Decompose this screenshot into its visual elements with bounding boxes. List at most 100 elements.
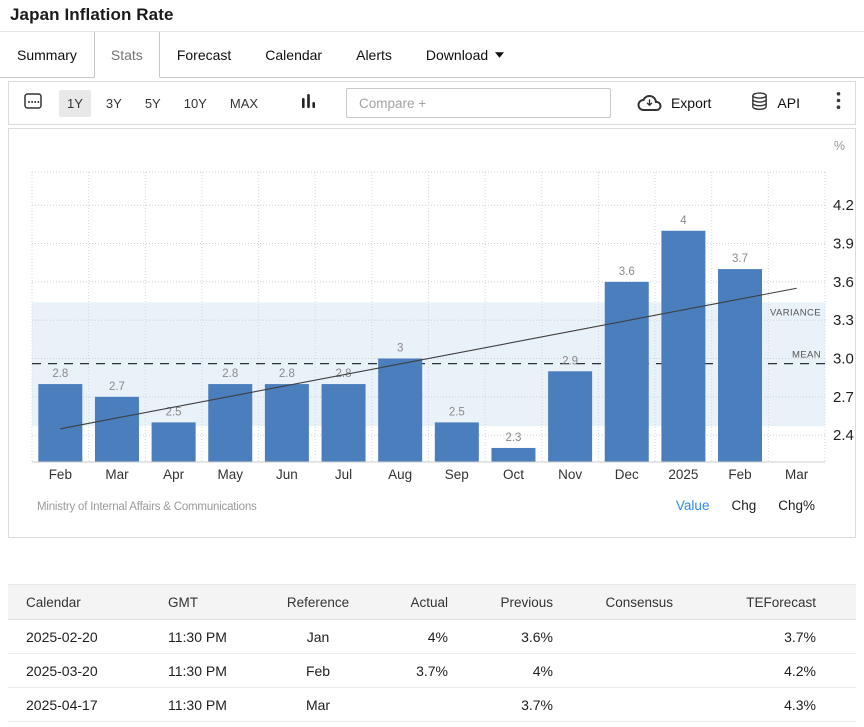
chart-bar-jun[interactable] bbox=[265, 384, 309, 462]
kebab-menu-icon bbox=[836, 91, 841, 115]
chart-bar-feb[interactable] bbox=[38, 384, 82, 462]
x-axis-label: Mar bbox=[785, 467, 809, 482]
bar-value-label: 3.7 bbox=[732, 253, 748, 265]
compare-input[interactable] bbox=[346, 88, 611, 118]
x-axis-label: Mar bbox=[105, 467, 129, 482]
table-cell bbox=[368, 688, 458, 722]
chevron-down-icon bbox=[495, 52, 504, 58]
tab-label: Stats bbox=[111, 47, 143, 63]
cloud-download-icon bbox=[637, 93, 662, 114]
tab-alerts[interactable]: Alerts bbox=[339, 32, 409, 77]
table-cell: 2025-02-20 bbox=[8, 620, 158, 654]
table-header: CalendarGMTReferenceActualPreviousConsen… bbox=[8, 585, 856, 620]
table-cell: 11:30 PM bbox=[158, 654, 268, 688]
table-cell: 2025-03-20 bbox=[8, 654, 158, 688]
table-cell bbox=[563, 620, 683, 654]
chart-bar-apr[interactable] bbox=[152, 422, 196, 462]
bar-chart-icon bbox=[301, 92, 316, 115]
calendar-table: CalendarGMTReferenceActualPreviousConsen… bbox=[8, 584, 856, 722]
series-link-chg[interactable]: Chg bbox=[731, 498, 756, 513]
y-axis-label: 3.9 bbox=[833, 236, 854, 253]
range-button-max[interactable]: MAX bbox=[222, 90, 266, 117]
calendar-icon bbox=[23, 91, 43, 116]
tab-summary[interactable]: Summary bbox=[0, 32, 95, 77]
tab-label: Alerts bbox=[356, 47, 392, 63]
x-axis-label: May bbox=[217, 467, 243, 482]
tab-calendar[interactable]: Calendar bbox=[248, 32, 339, 77]
y-axis-label: 4.2 bbox=[833, 197, 854, 214]
column-header-previous: Previous bbox=[458, 585, 563, 620]
bar-value-label: 3 bbox=[397, 343, 403, 355]
tab-forecast[interactable]: Forecast bbox=[160, 32, 248, 77]
bar-value-label: 3.6 bbox=[619, 266, 635, 278]
database-icon bbox=[751, 92, 768, 114]
chart-toolbar: 1Y 3Y 5Y 10Y MAX Export bbox=[8, 81, 856, 125]
x-axis-label: Dec bbox=[615, 467, 639, 482]
x-axis-label: Jul bbox=[335, 467, 352, 482]
chart-bar-jul[interactable] bbox=[322, 384, 366, 462]
column-header-reference: Reference bbox=[268, 585, 368, 620]
api-label: API bbox=[777, 95, 800, 111]
series-link-value[interactable]: Value bbox=[676, 498, 710, 513]
inflation-chart: 2.82.72.52.82.82.832.52.32.93.643.7FebMa… bbox=[9, 129, 855, 487]
chart-bar-mar[interactable] bbox=[95, 397, 139, 462]
x-axis-label: 2025 bbox=[668, 467, 698, 482]
x-axis-label: Nov bbox=[558, 467, 582, 482]
bar-value-label: 2.7 bbox=[109, 381, 125, 393]
x-axis-label: Sep bbox=[445, 467, 469, 482]
column-header-consensus: Consensus bbox=[563, 585, 683, 620]
page-header: Japan Inflation Rate bbox=[0, 0, 864, 32]
bar-value-label: 2.3 bbox=[505, 432, 521, 444]
table-cell: 4% bbox=[458, 654, 563, 688]
chart-bar-sep[interactable] bbox=[435, 422, 479, 462]
table-cell: 3.7% bbox=[458, 688, 563, 722]
bar-value-label: 2.5 bbox=[449, 406, 465, 418]
range-button-5y[interactable]: 5Y bbox=[137, 90, 169, 117]
range-button-10y[interactable]: 10Y bbox=[176, 90, 215, 117]
x-axis-label: Apr bbox=[163, 467, 185, 482]
chart-bar-may[interactable] bbox=[208, 384, 252, 462]
export-label: Export bbox=[671, 95, 711, 111]
export-button[interactable]: Export bbox=[637, 93, 711, 114]
series-toggle-links: Value Chg Chg% bbox=[676, 498, 815, 513]
x-axis-label: Feb bbox=[49, 467, 72, 482]
bar-value-label: 2.8 bbox=[222, 368, 238, 380]
column-header-teforecast: TEForecast bbox=[683, 585, 856, 620]
y-axis-label: 2.4 bbox=[833, 427, 854, 444]
table-cell: 4.2% bbox=[683, 654, 856, 688]
range-button-1y[interactable]: 1Y bbox=[59, 90, 91, 117]
chart-bar-feb[interactable] bbox=[718, 269, 762, 462]
column-header-calendar: Calendar bbox=[8, 585, 158, 620]
tab-download[interactable]: Download bbox=[409, 32, 521, 77]
table-cell: Jan bbox=[268, 620, 368, 654]
api-button[interactable]: API bbox=[751, 92, 800, 114]
x-axis-label: Jun bbox=[276, 467, 298, 482]
table-cell: 11:30 PM bbox=[158, 620, 268, 654]
series-link-chgpct[interactable]: Chg% bbox=[778, 498, 815, 513]
mean-label: MEAN bbox=[792, 350, 821, 361]
table-row: 2025-03-2011:30 PMFeb3.7%4%4.2% bbox=[8, 654, 856, 688]
variance-label: VARIANCE bbox=[770, 307, 821, 318]
table-cell: 3.6% bbox=[458, 620, 563, 654]
x-axis-label: Aug bbox=[388, 467, 412, 482]
y-axis-label: 3.6 bbox=[833, 274, 854, 291]
date-range-button[interactable] bbox=[23, 91, 43, 116]
chart-bar-aug[interactable] bbox=[378, 359, 422, 462]
table-row: 2025-02-2011:30 PMJan4%3.6%3.7% bbox=[8, 620, 856, 654]
chart-type-button[interactable] bbox=[301, 92, 316, 115]
page-title: Japan Inflation Rate bbox=[10, 5, 854, 25]
y-axis-label: 2.7 bbox=[833, 389, 854, 406]
x-axis-label: Feb bbox=[728, 467, 751, 482]
table-cell: Mar bbox=[268, 688, 368, 722]
chart-bar-dec[interactable] bbox=[605, 282, 649, 462]
range-button-3y[interactable]: 3Y bbox=[98, 90, 130, 117]
chart-bar-2025[interactable] bbox=[661, 231, 705, 462]
overflow-menu-button[interactable] bbox=[836, 91, 841, 115]
chart-bar-oct[interactable] bbox=[491, 448, 535, 462]
tab-bar: Summary Stats Forecast Calendar Alerts D… bbox=[0, 32, 864, 78]
chart-bar-nov[interactable] bbox=[548, 371, 592, 462]
unit-label: % bbox=[834, 139, 845, 153]
table-cell: 3.7% bbox=[683, 620, 856, 654]
tab-stats[interactable]: Stats bbox=[95, 32, 160, 78]
tab-label: Download bbox=[426, 47, 488, 63]
